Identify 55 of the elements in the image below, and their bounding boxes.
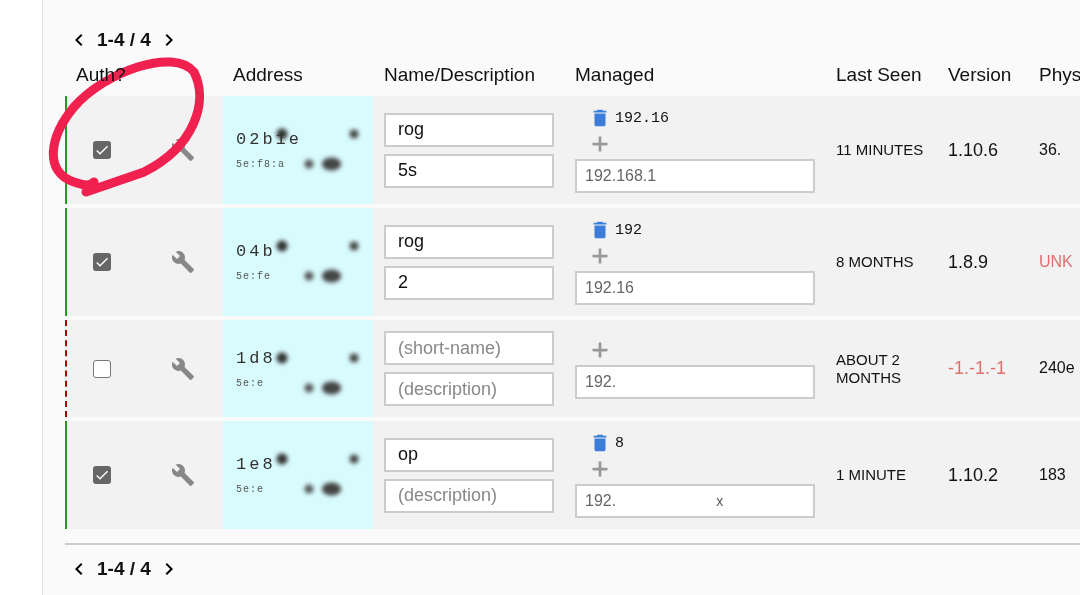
last-seen: 8 MONTHS xyxy=(836,253,914,271)
ip-input-field[interactable]: 192. xyxy=(575,364,815,399)
description-field[interactable]: (description) xyxy=(384,478,554,513)
add-icon[interactable] xyxy=(589,458,611,480)
physical-address: 240e xyxy=(1039,359,1075,378)
auth-checkbox[interactable] xyxy=(93,466,111,484)
short-name-field[interactable]: (short-name) xyxy=(384,331,554,365)
mac-address: 5e:e xyxy=(236,484,265,495)
last-seen: 1 MINUTE xyxy=(836,466,906,484)
auth-checkbox[interactable] xyxy=(93,141,111,159)
column-header: Managed xyxy=(575,63,656,87)
physical-address: 183 xyxy=(1039,465,1066,485)
ip-input-field[interactable]: 192.168.1 xyxy=(575,159,815,193)
wrench-icon[interactable] xyxy=(171,250,195,274)
mac-address: 5e:e xyxy=(236,377,265,389)
node-address: 1d8 xyxy=(236,348,276,368)
physical-address: 36. xyxy=(1039,140,1062,160)
auth-checkbox[interactable] xyxy=(93,253,111,271)
short-name-field[interactable]: op xyxy=(384,437,554,472)
short-name-field[interactable]: rog xyxy=(384,224,554,259)
column-header: Last Seen xyxy=(836,63,923,87)
assigned-ip: 192.16 xyxy=(615,109,669,127)
mac-address: 5e:fe xyxy=(236,271,272,282)
version: 1.8.9 xyxy=(948,251,989,273)
assigned-ip: 192 xyxy=(615,221,642,239)
last-seen: 11 MINUTES xyxy=(836,141,924,159)
node-address: 1e8 xyxy=(236,455,276,474)
assigned-ip: 8 xyxy=(615,434,624,452)
node-address: 04b xyxy=(236,242,276,261)
version: 1.10.2 xyxy=(948,464,999,486)
wrench-icon[interactable] xyxy=(171,138,195,162)
last-seen: ABOUT 2 MONTHS xyxy=(836,351,902,386)
column-header: Address xyxy=(232,63,304,87)
page-range: 1-4 / 4 xyxy=(97,558,151,580)
mac-address: 5e:f8:a xyxy=(236,159,286,170)
node-address: 02b1e xyxy=(236,130,302,149)
version: 1.10.6 xyxy=(948,139,999,161)
description-field[interactable]: 2 xyxy=(384,265,554,300)
add-icon[interactable] xyxy=(589,245,611,267)
short-name-field[interactable]: rog xyxy=(384,112,554,147)
physical-address: UNK xyxy=(1039,252,1073,272)
description-field[interactable]: (description) xyxy=(384,372,554,406)
description-field[interactable]: 5s xyxy=(384,153,554,188)
column-header: Version xyxy=(948,63,1013,87)
auth-checkbox[interactable] xyxy=(93,359,111,378)
add-icon[interactable] xyxy=(589,133,611,155)
ip-input-field[interactable]: 192. x xyxy=(575,484,815,518)
wrench-icon[interactable] xyxy=(171,356,195,381)
column-header: Name/Description xyxy=(384,63,536,87)
ip-input-field[interactable]: 192.16 xyxy=(575,271,815,305)
text-fragment: x xyxy=(716,493,724,509)
version: -1.-1.-1 xyxy=(948,358,1007,379)
wrench-icon[interactable] xyxy=(171,463,195,487)
column-header: Phys xyxy=(1039,63,1080,87)
page-range: 1-4 / 4 xyxy=(97,29,151,51)
